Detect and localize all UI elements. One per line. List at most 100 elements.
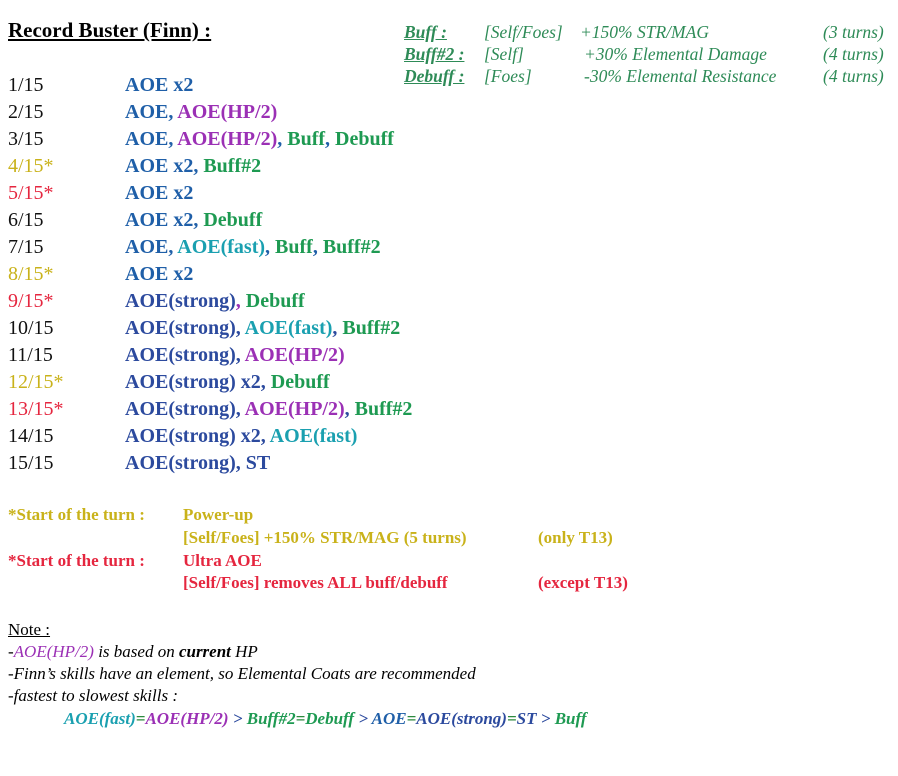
action-text: AOE(strong), xyxy=(125,317,245,339)
sot-detail: [Self/Foes] removes ALL buff/debuff xyxy=(183,573,448,592)
legend-key: Buff#2 : xyxy=(404,44,465,64)
order-token: AOE(strong) xyxy=(416,709,507,728)
turn-number: 10/15 xyxy=(8,317,54,339)
turn-actions: AOE, AOE(HP/2), Buff, Debuff xyxy=(125,128,394,151)
sot-label: *Start of the turn : xyxy=(8,505,145,524)
action-text: AOE, xyxy=(125,128,178,150)
action-text: Debuff xyxy=(203,209,263,231)
action-text: Buff xyxy=(287,128,326,150)
legend-buff-row: Buff : xyxy=(404,22,447,43)
legend-target: [Self] xyxy=(484,44,524,64)
skill-speed-order: AOE(fast)=AOE(HP/2) > Buff#2=Debuff > AO… xyxy=(64,709,587,729)
note-text: is based on xyxy=(93,642,179,661)
sot-name: Ultra AOE xyxy=(183,551,262,570)
action-text: AOE(HP/2) xyxy=(244,344,345,366)
order-token: = xyxy=(406,709,417,728)
legend-duration: (3 turns) xyxy=(823,22,884,42)
turn-actions: AOE x2, Buff#2 xyxy=(125,155,261,178)
order-token: > xyxy=(354,709,372,728)
sot-condition: (except T13) xyxy=(538,573,628,592)
note-skill: AOE(HP/2) xyxy=(13,642,94,661)
turn-actions: AOE x2 xyxy=(125,182,193,205)
order-token: AOE(fast) xyxy=(64,709,136,728)
action-text: AOE(fast) xyxy=(244,317,333,339)
legend-effect: +150% STR/MAG xyxy=(580,22,709,42)
turn-actions: AOE x2 xyxy=(125,263,193,286)
note-heading: Note : xyxy=(8,620,51,639)
note-emphasis: current xyxy=(178,642,231,661)
turn-actions: AOE(strong), ST xyxy=(125,452,270,475)
action-text: AOE(strong), ST xyxy=(125,452,271,474)
order-token: Buff#2 xyxy=(246,709,296,728)
legend-duration: (4 turns) xyxy=(823,44,884,64)
legend-key: Debuff : xyxy=(404,66,465,86)
action-text: , xyxy=(235,290,246,312)
sot-detail: [Self/Foes] +150% STR/MAG (5 turns) xyxy=(183,528,467,547)
turn-number: 9/15* xyxy=(8,290,54,312)
turn-actions: AOE, AOE(fast), Buff, Buff#2 xyxy=(125,236,381,259)
action-text: AOE x2 xyxy=(125,74,194,96)
turn-number: 8/15* xyxy=(8,263,54,285)
turn-actions: AOE(strong), Debuff xyxy=(125,290,305,313)
note-line-2: -Finn’s skills have an element, so Eleme… xyxy=(8,664,476,683)
action-text: Buff#2 xyxy=(354,398,413,420)
order-token: = xyxy=(506,709,517,728)
action-text: , xyxy=(277,128,288,150)
legend-effect: +30% Elemental Damage xyxy=(584,44,767,64)
order-token: = xyxy=(295,709,306,728)
turn-actions: AOE(strong), AOE(HP/2) xyxy=(125,344,345,367)
action-text: AOE(strong), xyxy=(125,398,245,420)
action-text: , xyxy=(332,317,343,339)
turn-number: 5/15* xyxy=(8,182,54,204)
legend-debuff-row: Debuff : xyxy=(404,66,464,87)
action-text: , xyxy=(312,236,323,258)
turn-number: 13/15* xyxy=(8,398,64,420)
turn-number: 11/15 xyxy=(8,344,53,366)
turn-actions: AOE, AOE(HP/2) xyxy=(125,101,277,124)
note-text: HP xyxy=(230,642,258,661)
turn-number: 1/15 xyxy=(8,74,44,96)
action-text: AOE x2, xyxy=(125,209,204,231)
action-text: AOE, xyxy=(125,101,178,123)
order-token: Buff xyxy=(554,709,587,728)
turn-actions: AOE(strong) x2, Debuff xyxy=(125,371,330,394)
turn-number: 6/15 xyxy=(8,209,44,231)
action-text: AOE(fast) xyxy=(177,236,266,258)
turn-actions: AOE(strong) x2, AOE(fast) xyxy=(125,425,357,448)
order-token: ST xyxy=(516,709,537,728)
turn-number: 4/15* xyxy=(8,155,54,177)
action-text: AOE(strong) x2, xyxy=(125,371,271,393)
legend-buff2-row: Buff#2 : xyxy=(404,44,464,65)
action-text: Buff#2 xyxy=(342,317,401,339)
action-text: AOE, xyxy=(125,236,178,258)
sot-condition: (only T13) xyxy=(538,528,613,547)
action-text: AOE x2, xyxy=(125,155,204,177)
action-text: AOE(strong) xyxy=(125,290,236,312)
action-text: , xyxy=(344,398,355,420)
order-token: > xyxy=(228,709,247,728)
note-line-3: -fastest to slowest skills : xyxy=(8,686,178,705)
legend-target: [Foes] xyxy=(484,66,532,86)
order-token: Debuff xyxy=(305,709,355,728)
sot-name: Power-up xyxy=(183,505,254,524)
order-token: AOE(HP/2) xyxy=(145,709,229,728)
note-line-1: -AOE(HP/2) is based on current HP xyxy=(8,642,258,662)
action-text: AOE x2 xyxy=(125,182,194,204)
action-text: , xyxy=(265,236,276,258)
order-token: AOE xyxy=(371,709,407,728)
action-text: Debuff xyxy=(335,128,394,150)
turn-number: 14/15 xyxy=(8,425,54,447)
turn-number: 2/15 xyxy=(8,101,44,123)
action-text: Buff xyxy=(275,236,313,258)
turn-actions: AOE(strong), AOE(HP/2), Buff#2 xyxy=(125,398,412,421)
action-text: Buff#2 xyxy=(203,155,262,177)
action-text: AOE(HP/2) xyxy=(177,101,278,123)
action-text: Debuff xyxy=(270,371,330,393)
legend-effect: -30% Elemental Resistance xyxy=(584,66,777,86)
action-text: AOE(HP/2) xyxy=(177,128,278,150)
legend-key: Buff : xyxy=(404,22,447,42)
action-text: AOE x2 xyxy=(125,263,194,285)
action-text: AOE(fast) xyxy=(269,425,358,447)
turn-number: 3/15 xyxy=(8,128,44,150)
turn-actions: AOE x2 xyxy=(125,74,193,97)
